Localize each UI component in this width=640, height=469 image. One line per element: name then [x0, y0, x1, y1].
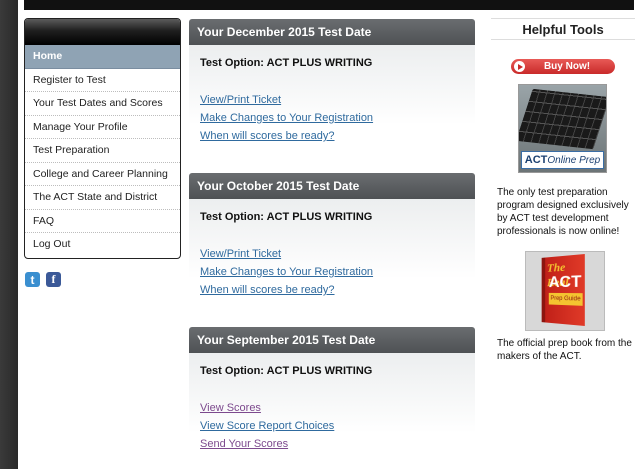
sidebar-item-home[interactable]: Home	[25, 45, 180, 69]
sidebar-item-state-district[interactable]: The ACT State and District	[25, 186, 180, 210]
keyboard-graphic	[519, 88, 606, 150]
sidebar-nav-header	[25, 19, 180, 45]
social-links: t f	[25, 272, 61, 287]
view-print-ticket-link[interactable]: View/Print Ticket	[200, 94, 475, 106]
play-icon	[514, 61, 525, 72]
sidebar-item-college-career[interactable]: College and Career Planning	[25, 163, 180, 186]
twitter-icon[interactable]: t	[25, 272, 40, 287]
act-online-prep-logo: ACTOnline Prep	[521, 151, 604, 169]
sidebar-item-faq[interactable]: FAQ	[25, 210, 180, 233]
left-page-edge	[0, 0, 18, 469]
test-option: Test Option: ACT PLUS WRITING	[200, 211, 373, 223]
real-act-book-image[interactable]: The Real ACT Prep Guide	[525, 251, 605, 331]
test-date-panel-october: Your October 2015 Test Date Test Option:…	[189, 173, 475, 327]
make-changes-link[interactable]: Make Changes to Your Registration	[200, 266, 475, 278]
panel-body: Test Option: ACT PLUS WRITING View/Print…	[189, 199, 475, 327]
sidebar-item-logout[interactable]: Log Out	[25, 233, 180, 257]
top-header-bar	[24, 0, 634, 10]
panel-title: Your October 2015 Test Date	[189, 173, 475, 199]
sidebar-item-test-preparation[interactable]: Test Preparation	[25, 139, 180, 163]
sidebar-nav: Home Register to Test Your Test Dates an…	[24, 18, 181, 259]
scores-ready-link[interactable]: When will scores be ready?	[200, 130, 475, 142]
sidebar-item-register[interactable]: Register to Test	[25, 69, 180, 92]
sidebar-item-test-dates-scores[interactable]: Your Test Dates and Scores	[25, 92, 180, 116]
score-report-choices-link[interactable]: View Score Report Choices	[200, 420, 475, 432]
panel-title: Your September 2015 Test Date	[189, 327, 475, 353]
test-date-panel-september: Your September 2015 Test Date Test Optio…	[189, 327, 475, 469]
make-changes-link[interactable]: Make Changes to Your Registration	[200, 112, 475, 124]
book-cover: The Real ACT Prep Guide	[541, 253, 585, 327]
helpful-tools-title: Helpful Tools	[491, 18, 635, 40]
scores-ready-link[interactable]: When will scores be ready?	[200, 284, 475, 296]
online-prep-description: The only test preparation program design…	[497, 187, 629, 237]
test-date-panel-december: Your December 2015 Test Date Test Option…	[189, 19, 475, 173]
view-print-ticket-link[interactable]: View/Print Ticket	[200, 248, 475, 260]
test-option: Test Option: ACT PLUS WRITING	[200, 365, 373, 377]
act-online-prep-image[interactable]: ACTOnline Prep	[518, 84, 607, 173]
panel-title: Your December 2015 Test Date	[189, 19, 475, 45]
buy-now-label: Buy Now!	[543, 61, 591, 72]
helpful-tools-sidebar: Helpful Tools Buy Now! ACTOnline Prep Th…	[491, 18, 635, 363]
view-scores-link[interactable]: View Scores	[200, 402, 475, 414]
test-option: Test Option: ACT PLUS WRITING	[200, 57, 373, 69]
facebook-icon[interactable]: f	[46, 272, 61, 287]
panel-body: Test Option: ACT PLUS WRITING View/Print…	[189, 45, 475, 173]
sidebar-item-manage-profile[interactable]: Manage Your Profile	[25, 116, 180, 139]
book-description: The official prep book from the makers o…	[497, 338, 632, 362]
send-scores-link[interactable]: Send Your Scores	[200, 438, 475, 450]
buy-now-button[interactable]: Buy Now!	[511, 59, 615, 74]
panel-body: Test Option: ACT PLUS WRITING View Score…	[189, 353, 475, 469]
